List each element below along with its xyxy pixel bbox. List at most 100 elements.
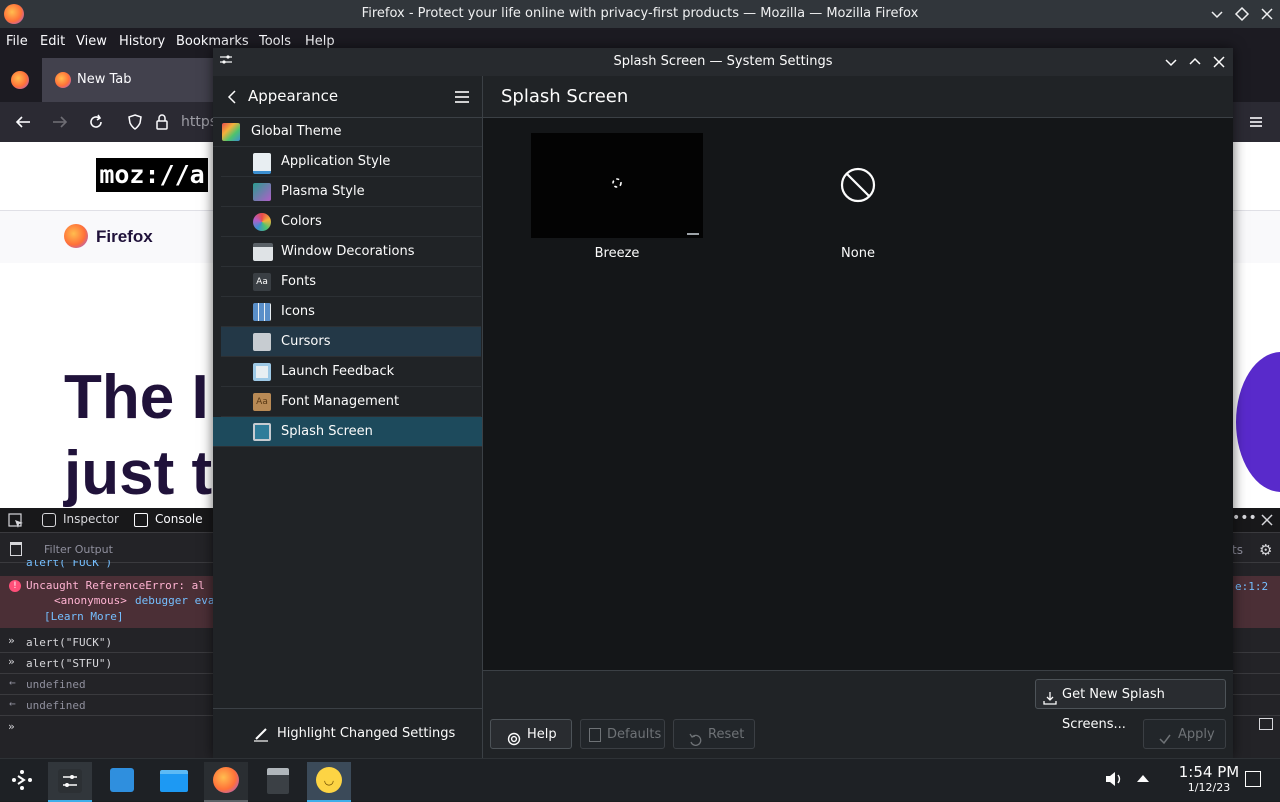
hero-line-1: The I — [64, 363, 209, 432]
icons-icon — [253, 303, 271, 321]
sidebar-item-launch-feedback[interactable]: Launch Feedback — [221, 357, 481, 387]
sidebar-item-window-decorations[interactable]: Window Decorations — [221, 237, 481, 267]
console-settings-icon[interactable]: ⚙ — [1259, 542, 1275, 558]
sidebar-item-icons[interactable]: Icons — [221, 297, 481, 327]
volume-icon[interactable] — [1104, 770, 1124, 788]
window-decorations-icon — [253, 243, 273, 261]
discover-store-icon — [110, 768, 134, 792]
taskbar-emoji[interactable]: ◡ — [307, 762, 351, 802]
tab-inspector[interactable]: Inspector — [63, 508, 119, 531]
defaults-button[interactable]: Defaults — [580, 719, 665, 749]
theme-tile-none[interactable]: None — [772, 133, 944, 273]
error-frame-location[interactable]: debugger eva — [135, 594, 214, 607]
help-icon — [507, 728, 521, 746]
tracking-protection-icon[interactable] — [126, 113, 144, 131]
back-icon[interactable] — [225, 88, 239, 106]
menu-history[interactable]: History — [114, 26, 170, 58]
main-header: Splash Screen — [483, 76, 1233, 118]
sidebar-item-label: Cursors — [281, 334, 331, 349]
prompt-icon: » — [8, 634, 15, 647]
forward-icon[interactable] — [51, 113, 69, 131]
trash-icon[interactable] — [10, 542, 22, 556]
sidebar-item-colors[interactable]: Colors — [221, 207, 481, 237]
fonts-icon: Aa — [253, 273, 271, 291]
folder-icon — [160, 770, 188, 792]
error-frame: <anonymous> — [54, 594, 127, 607]
url-bar[interactable]: https — [181, 102, 217, 142]
taskbar-discover[interactable] — [100, 762, 144, 800]
tab-console[interactable]: Console — [155, 508, 203, 531]
apply-button[interactable]: Apply — [1143, 719, 1226, 749]
page-title: Splash Screen — [501, 86, 629, 107]
error-message: Uncaught ReferenceError: al — [26, 579, 205, 592]
application-launcher-icon[interactable] — [10, 768, 34, 792]
system-settings-window: Splash Screen — System Settings Appearan… — [213, 48, 1233, 759]
menu-file[interactable]: File — [1, 26, 33, 58]
devtools-right-label: ts — [1232, 543, 1243, 557]
devtools-more-icon[interactable]: ••• — [1232, 510, 1257, 526]
colors-icon — [253, 213, 271, 231]
result-arrow-icon: ← — [9, 676, 16, 689]
sidebar-item-label: Colors — [281, 214, 322, 229]
taskbar-firefox[interactable] — [204, 762, 248, 802]
show-desktop-icon[interactable] — [1245, 771, 1261, 787]
sidebar-item-fonts[interactable]: Aa Fonts — [221, 267, 481, 297]
firefox-brand-label[interactable]: Firefox — [96, 211, 153, 263]
sidebar-item-application-style[interactable]: Application Style — [221, 147, 481, 177]
taskbar-calculator[interactable] — [256, 762, 300, 800]
theme-label: None — [841, 246, 875, 261]
learn-more-link[interactable]: [Learn More] — [44, 610, 123, 623]
reload-icon[interactable] — [87, 113, 105, 131]
devtools-close-icon[interactable] — [1260, 513, 1274, 527]
tab-favicon-icon — [55, 72, 71, 88]
splash-screen-icon — [253, 423, 271, 441]
sidebar-header: Appearance — [213, 76, 482, 118]
back-icon[interactable] — [14, 113, 32, 131]
defaults-label: Defaults — [607, 727, 662, 742]
sidebar-item-splash-screen[interactable]: Splash Screen — [213, 417, 482, 447]
firefox-brand-icon — [64, 224, 88, 248]
sidebar-item-cursors[interactable]: Cursors — [221, 327, 481, 357]
sidebar-item-label: Splash Screen — [281, 424, 373, 439]
taskbar-dolphin[interactable] — [152, 762, 196, 800]
inspector-icon — [42, 513, 56, 527]
close-icon[interactable] — [1210, 53, 1228, 71]
filter-input[interactable]: Filter Output — [44, 538, 113, 562]
hero-heading: The I just t — [64, 360, 212, 508]
minimize-icon[interactable] — [1162, 53, 1180, 71]
taskbar-system-settings[interactable] — [48, 762, 92, 802]
sidebar-item-label: Font Management — [281, 394, 400, 409]
error-location[interactable]: e:1:2 — [1235, 580, 1268, 593]
sidebar-item-label: Window Decorations — [281, 244, 415, 259]
close-icon[interactable] — [1258, 5, 1276, 23]
sidebar-item-font-management[interactable]: Aa Font Management — [221, 387, 481, 417]
sidebar-toggle-icon[interactable] — [1259, 718, 1273, 730]
element-picker-icon[interactable] — [8, 513, 24, 529]
get-new-splash-screens-button[interactable]: Get New Splash Screens... — [1035, 679, 1226, 732]
minimize-icon[interactable] — [1208, 5, 1226, 23]
menu-edit[interactable]: Edit — [35, 26, 70, 58]
console-line-text: undefined — [26, 699, 86, 712]
reset-button[interactable]: Reset — [673, 719, 755, 749]
hamburger-menu-icon[interactable] — [453, 88, 471, 106]
sidebar-category-title: Appearance — [248, 87, 339, 105]
prompt-icon: » — [8, 720, 15, 733]
download-icon — [1043, 687, 1057, 705]
menu-view[interactable]: View — [71, 26, 112, 58]
lock-icon[interactable] — [153, 113, 171, 131]
font-management-icon: Aa — [253, 393, 271, 411]
result-arrow-icon: ← — [9, 697, 16, 710]
mozilla-logo[interactable]: moz://a — [96, 158, 208, 192]
keep-above-icon[interactable] — [1233, 5, 1251, 23]
sidebar-item-plasma-style[interactable]: Plasma Style — [221, 177, 481, 207]
plasma-style-icon — [253, 183, 271, 201]
app-menu-icon[interactable] — [1247, 113, 1265, 131]
help-button[interactable]: Help — [490, 719, 572, 749]
none-icon — [840, 167, 876, 203]
sidebar-item-global-theme[interactable]: Global Theme — [213, 117, 482, 147]
theme-tile-breeze[interactable]: Breeze — [531, 133, 703, 273]
firefox-view-icon[interactable] — [11, 71, 29, 89]
maximize-icon[interactable] — [1186, 53, 1204, 71]
tab-new-tab[interactable]: New Tab — [42, 58, 214, 102]
system-tray-expand-icon[interactable] — [1136, 772, 1150, 784]
